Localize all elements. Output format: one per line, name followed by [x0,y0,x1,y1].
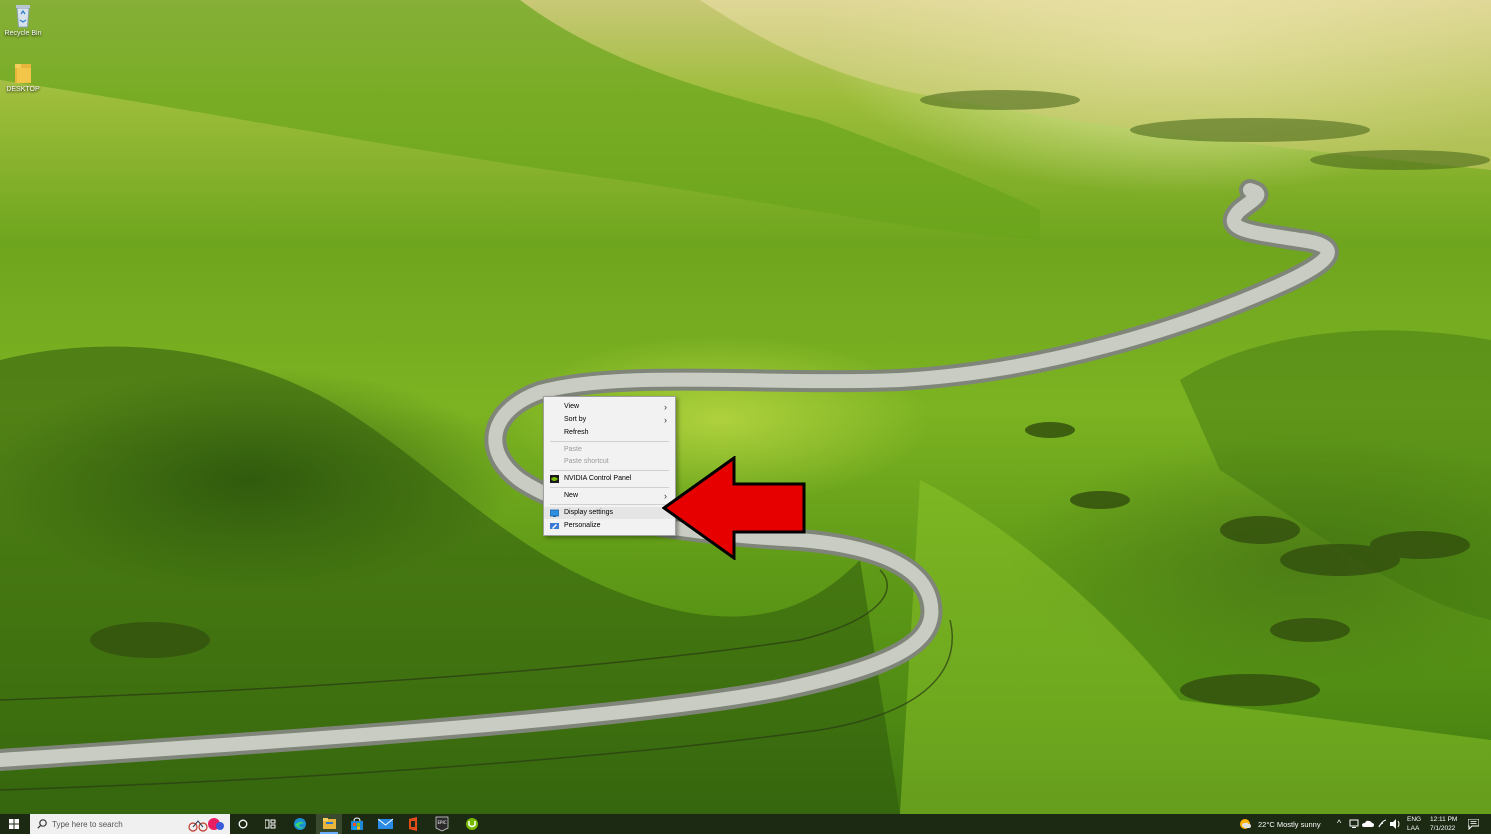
menu-item-new-label: New [564,492,579,499]
language-indicator-top[interactable]: ENG [1407,816,1421,823]
menu-item-paste[interactable]: Paste [544,444,675,456]
menu-item-sort-by-label: Sort by [564,416,587,423]
speaker-icon[interactable] [1390,819,1402,839]
clock-date[interactable]: 7/1/2022 [1430,825,1455,832]
file-explorer-active-tab[interactable] [316,814,342,834]
cortana-icon[interactable] [238,819,248,839]
menu-separator [550,487,669,488]
desktop-context-menu: View › Sort by › Refresh Paste Paste sho… [543,396,676,536]
taskbar: Type here to search EPIC 22°C Mostly sun… [0,814,1491,834]
desktop-folder-shortcut[interactable]: DESKTOP [0,62,46,93]
menu-item-view-label: View [564,403,580,410]
search-icon [37,819,47,829]
recycle-bin-label: Recycle Bin [4,30,42,37]
file-explorer-icon [323,818,336,829]
chevron-right-icon: › [664,402,667,412]
search-placeholder: Type here to search [52,820,123,829]
recycle-bin-icon [16,5,30,28]
language-indicator-bottom[interactable]: LAA [1407,825,1419,832]
desktop-folder-label: DESKTOP [6,86,40,93]
epic-games-icon[interactable]: EPIC [435,816,449,836]
search-highlight-icon [188,818,224,832]
menu-separator [550,504,669,505]
chevron-up-icon[interactable]: ^ [1337,818,1341,828]
clock-time[interactable]: 12:11 PM [1430,816,1457,823]
menu-item-paste-label: Paste [564,446,582,453]
network-icon[interactable] [1349,819,1359,839]
weather-sunny-icon[interactable] [1239,818,1252,838]
notification-center-icon[interactable] [1468,819,1479,839]
menu-item-sort-by[interactable]: Sort by › [544,414,675,426]
menu-item-personalize[interactable]: Personalize [544,520,675,532]
utorrent-icon[interactable] [465,817,479,837]
chevron-right-icon: › [664,415,667,425]
menu-item-refresh-label: Refresh [564,429,589,436]
menu-separator [550,441,669,442]
nvidia-icon [550,475,559,483]
menu-item-paste-shortcut[interactable]: Paste shortcut [544,456,675,468]
recycle-bin-shortcut[interactable]: Recycle Bin [0,2,46,37]
folder-icon [15,64,31,83]
display-icon [550,509,559,517]
office-icon[interactable] [407,817,419,837]
location-icon[interactable] [1378,819,1387,839]
red-arrow-annotation [662,456,806,560]
store-icon[interactable] [350,817,364,837]
menu-item-personalize-label: Personalize [564,522,601,529]
wallpaper-landscape [0,0,1491,814]
menu-item-refresh[interactable]: Refresh [544,427,675,439]
menu-item-nvidia-control-panel[interactable]: NVIDIA Control Panel [544,473,675,485]
menu-item-paste-shortcut-label: Paste shortcut [564,458,609,465]
windows-start-icon[interactable] [9,819,19,829]
mail-icon[interactable] [378,818,393,838]
menu-item-new[interactable]: New › [544,490,675,502]
desktop-wallpaper[interactable]: Recycle Bin DESKTOP View › Sort by › Ref… [0,0,1491,814]
menu-item-nvidia-label: NVIDIA Control Panel [564,475,632,482]
task-view-icon[interactable] [265,819,276,839]
weather-text[interactable]: 22°C Mostly sunny [1258,820,1321,829]
edge-icon[interactable] [293,817,307,837]
menu-item-view[interactable]: View › [544,401,675,413]
menu-item-display-settings[interactable]: Display settings [544,507,675,519]
svg-text:EPIC: EPIC [438,820,447,825]
taskbar-search-box[interactable]: Type here to search [30,814,230,834]
menu-item-display-settings-label: Display settings [564,509,614,516]
onedrive-icon[interactable] [1362,819,1374,839]
menu-separator [550,470,669,471]
personalize-icon [550,523,559,529]
